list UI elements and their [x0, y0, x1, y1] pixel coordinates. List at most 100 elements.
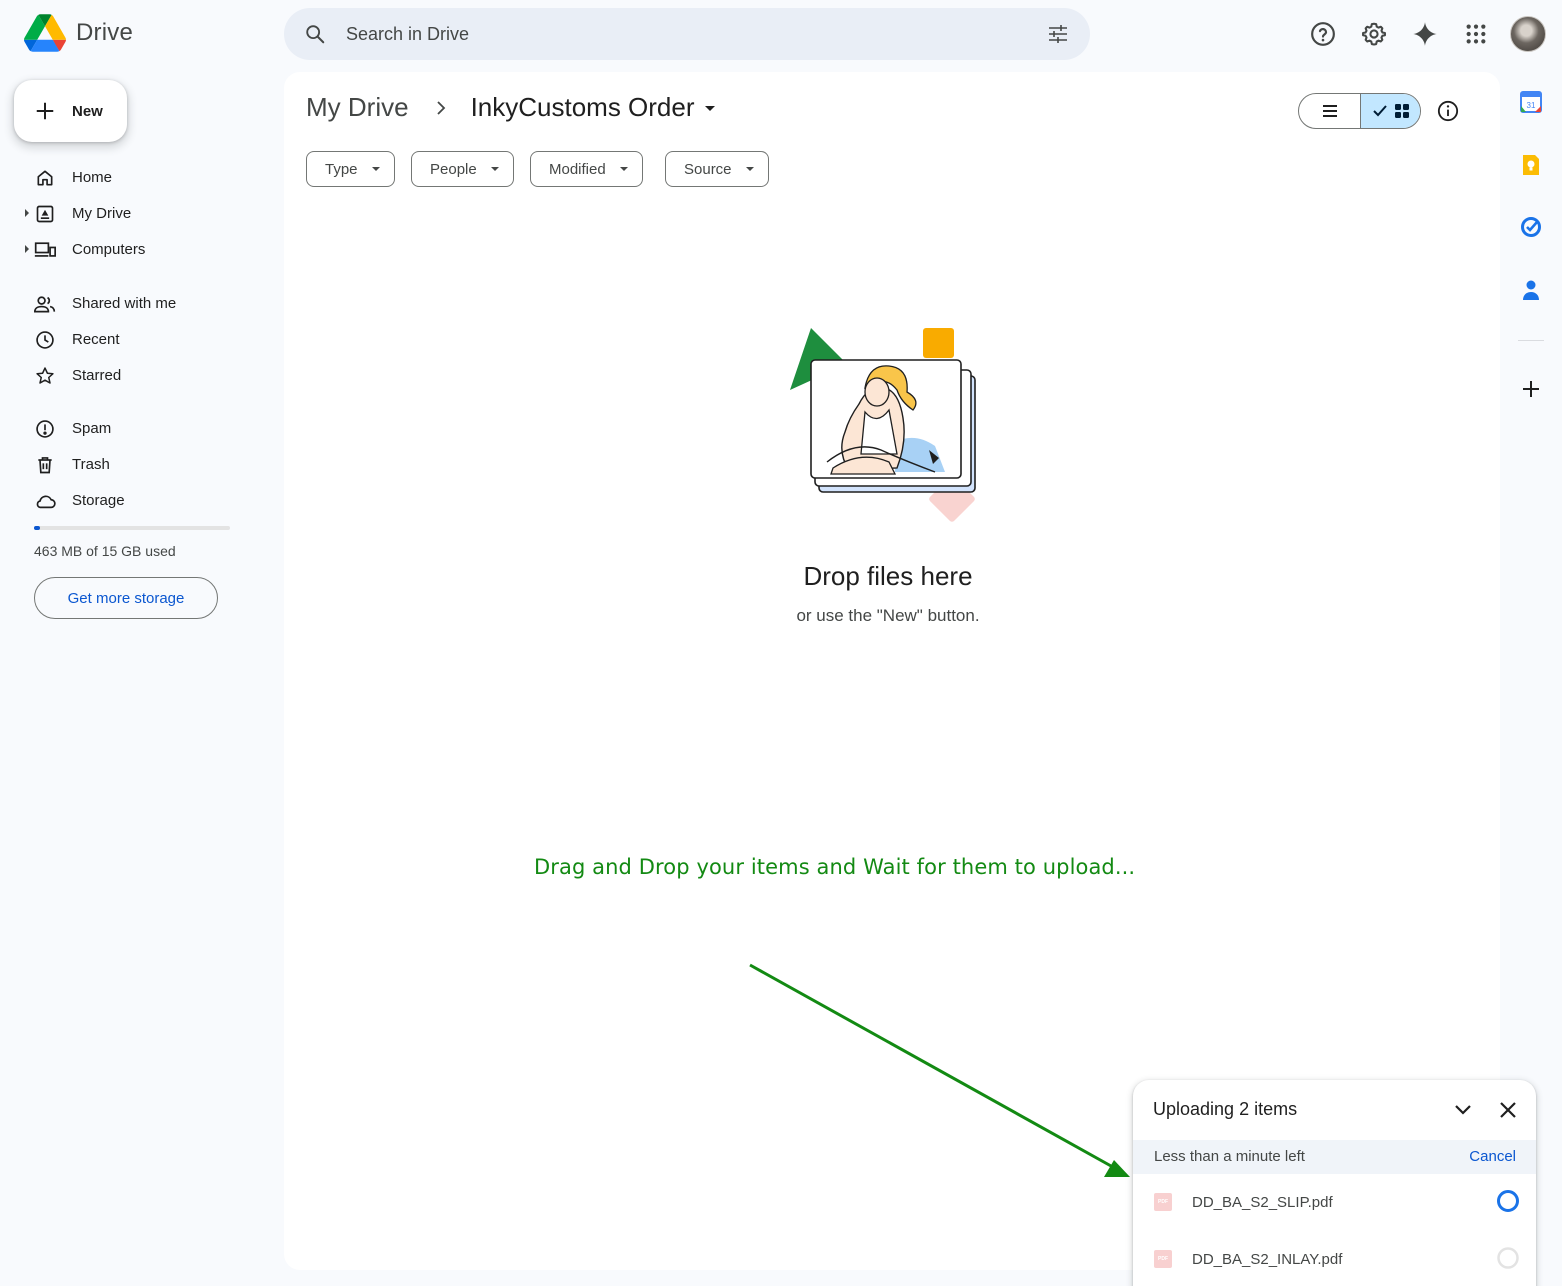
sidebar-item-label: My Drive — [72, 204, 132, 222]
view-toggle — [1298, 93, 1421, 129]
sidebar-item-storage[interactable]: Storage — [0, 482, 270, 518]
upload-file-row[interactable]: PDF DD_BA_S2_INLAY.pdf — [1133, 1233, 1536, 1286]
filter-label: People — [430, 160, 477, 178]
expand-caret-icon[interactable] — [25, 245, 29, 253]
breadcrumb: My Drive InkyCustoms Order — [306, 92, 717, 123]
help-icon[interactable] — [1303, 14, 1343, 54]
empty-state-subtitle: or use the "New" button. — [796, 606, 980, 625]
pdf-file-icon: PDF — [1154, 1250, 1172, 1268]
empty-folder-illustration — [790, 328, 976, 522]
upload-file-name: DD_BA_S2_SLIP.pdf — [1192, 1194, 1333, 1211]
info-icon[interactable] — [1432, 95, 1464, 127]
gemini-sparkle-icon[interactable] — [1405, 14, 1445, 54]
sidebar-item-label: Starred — [72, 366, 122, 384]
filter-label: Type — [325, 160, 358, 178]
search-options-icon[interactable] — [1046, 22, 1070, 46]
my-drive-icon — [34, 203, 56, 225]
sidebar-item-label: Recent — [72, 330, 120, 348]
filter-type-chip[interactable]: Type — [306, 151, 395, 187]
search-bar[interactable]: Search in Drive — [284, 8, 1090, 60]
sidebar-item-computers[interactable]: Computers — [0, 231, 270, 267]
filter-label: Modified — [549, 160, 606, 178]
top-actions — [1292, 14, 1546, 54]
annotation-arrow-icon — [749, 963, 1130, 1177]
grid-view-icon — [1394, 104, 1409, 118]
upload-file-name: DD_BA_S2_INLAY.pdf — [1192, 1251, 1343, 1268]
computers-icon — [34, 239, 56, 261]
drive-logo-icon — [24, 14, 66, 52]
new-button[interactable]: New — [14, 80, 127, 142]
svg-text:31: 31 — [1527, 101, 1536, 110]
search-icon[interactable] — [304, 23, 326, 45]
upload-progress-panel: Uploading 2 items Less than a minute lef… — [1133, 1080, 1536, 1286]
upload-status-bar: Less than a minute left Cancel — [1133, 1140, 1536, 1174]
trash-icon — [34, 454, 56, 476]
sidebar-item-label: Computers — [72, 240, 146, 258]
grid-view-button[interactable] — [1360, 94, 1420, 128]
chevron-right-icon — [435, 100, 447, 116]
drive-logo[interactable]: Drive — [24, 14, 133, 52]
filter-source-chip[interactable]: Source — [665, 151, 769, 187]
sidebar-item-label: Storage — [72, 491, 125, 509]
chevron-down-icon[interactable] — [1451, 1098, 1475, 1122]
spam-icon — [34, 418, 56, 440]
sidebar-item-shared-with-me[interactable]: Shared with me — [0, 285, 270, 321]
keep-icon[interactable] — [1518, 152, 1544, 178]
dropdown-arrow-icon — [704, 105, 715, 111]
clock-icon — [34, 329, 56, 351]
sidebar-item-label: Trash — [72, 455, 110, 473]
cloud-icon — [34, 490, 56, 512]
upload-time-remaining: Less than a minute left — [1154, 1148, 1305, 1165]
folder-name: InkyCustoms Order — [470, 92, 695, 122]
rail-divider — [1518, 340, 1544, 341]
upload-file-row[interactable]: PDF DD_BA_S2_SLIP.pdf — [1133, 1176, 1536, 1232]
sidebar-item-label: Home — [72, 168, 113, 186]
expand-caret-icon[interactable] — [25, 209, 29, 217]
dropdown-arrow-icon — [619, 167, 628, 171]
storage-bar — [34, 526, 230, 530]
search-input[interactable]: Search in Drive — [346, 24, 1046, 45]
calendar-icon[interactable]: 31 — [1518, 89, 1544, 115]
dropdown-arrow-icon — [745, 167, 754, 171]
dropdown-arrow-icon — [371, 167, 380, 171]
star-icon — [34, 365, 56, 387]
shared-icon — [34, 293, 56, 315]
plus-icon — [36, 102, 54, 120]
empty-state-title: Drop files here — [803, 561, 973, 591]
upload-spinner-icon — [1497, 1190, 1519, 1212]
settings-icon[interactable] — [1354, 14, 1394, 54]
get-more-storage-button[interactable]: Get more storage — [34, 577, 218, 619]
account-avatar[interactable] — [1510, 16, 1546, 52]
upload-panel-title: Uploading 2 items — [1153, 1099, 1298, 1119]
list-view-button[interactable] — [1299, 94, 1360, 128]
sidebar-item-recent[interactable]: Recent — [0, 321, 270, 357]
cancel-upload-button[interactable]: Cancel — [1469, 1148, 1516, 1165]
filter-label: Source — [684, 160, 732, 178]
tutorial-annotation-text: Drag and Drop your items and Wait for th… — [534, 855, 1136, 879]
list-view-icon — [1322, 105, 1337, 117]
apps-grid-icon[interactable] — [1456, 14, 1496, 54]
upload-pending-icon — [1497, 1247, 1519, 1269]
pdf-file-icon: PDF — [1154, 1193, 1172, 1211]
sidebar-item-my-drive[interactable]: My Drive — [0, 195, 270, 231]
sidebar-item-starred[interactable]: Starred — [0, 357, 270, 393]
filter-people-chip[interactable]: People — [411, 151, 514, 187]
home-icon — [34, 167, 56, 189]
new-button-label: New — [72, 102, 103, 120]
app-title: Drive — [76, 19, 134, 46]
breadcrumb-root[interactable]: My Drive — [306, 92, 409, 123]
add-icon[interactable] — [1518, 376, 1544, 402]
contacts-icon[interactable] — [1518, 277, 1544, 303]
checkmark-icon — [1372, 105, 1387, 117]
sidebar-item-trash[interactable]: Trash — [0, 446, 270, 482]
dropdown-arrow-icon — [490, 167, 499, 171]
sidebar-item-spam[interactable]: Spam — [0, 410, 270, 446]
sidebar-item-label: Spam — [72, 419, 112, 437]
tasks-icon[interactable] — [1518, 214, 1544, 240]
filter-modified-chip[interactable]: Modified — [530, 151, 643, 187]
close-icon[interactable] — [1496, 1098, 1520, 1122]
sidebar-item-home[interactable]: Home — [0, 159, 270, 195]
breadcrumb-current-folder[interactable]: InkyCustoms Order — [471, 92, 717, 123]
storage-usage-text: 463 MB of 15 GB used — [34, 543, 176, 559]
sidebar-item-label: Shared with me — [72, 294, 177, 312]
